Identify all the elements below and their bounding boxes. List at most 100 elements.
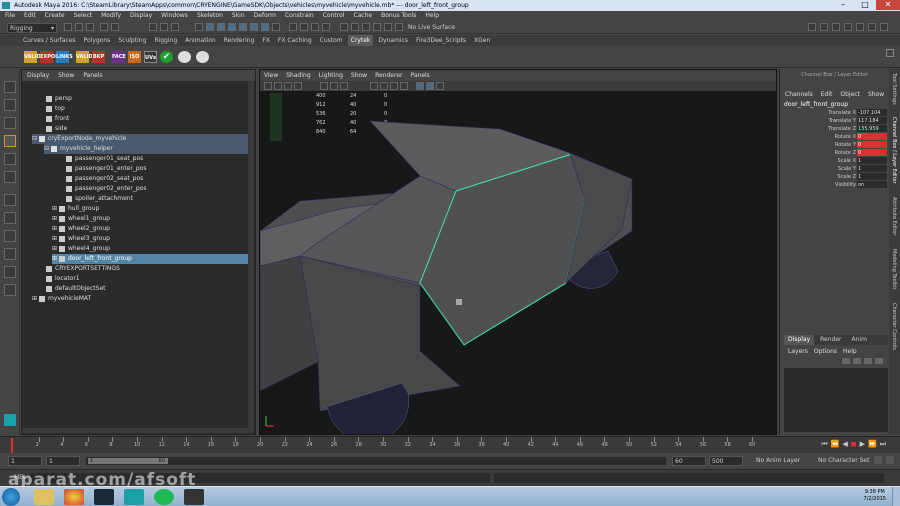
outliner-item-group[interactable]: ⊞ hull_group xyxy=(52,204,99,214)
expand-icon[interactable]: ⊞ xyxy=(32,295,39,302)
collapse-icon[interactable]: ⊟ xyxy=(44,145,51,152)
new-layer-selected-icon[interactable] xyxy=(875,358,883,364)
layout-single-icon[interactable] xyxy=(4,194,16,206)
selected-object-name[interactable]: door_left_front_group xyxy=(784,101,848,108)
layer-tab-render[interactable]: Render xyxy=(816,335,845,345)
character-set-select[interactable]: No Character Set xyxy=(818,457,869,465)
sidebar-toggle-icon[interactable] xyxy=(868,23,876,31)
outliner-scrollbar[interactable] xyxy=(248,81,254,433)
layer-tab-display[interactable]: Display xyxy=(784,335,815,345)
channel-translate-x[interactable]: Translate X -107.104 xyxy=(780,109,889,117)
crytek-valid-icon[interactable]: VALID xyxy=(24,51,41,63)
shelf-tab[interactable]: Polygons xyxy=(81,35,114,46)
viewport-panel[interactable]: View Shading Lighting Show Renderer Pane… xyxy=(259,69,777,435)
selection-mask-icon[interactable] xyxy=(250,23,258,31)
shelf-tab[interactable]: Custom xyxy=(317,35,346,46)
outliner-item-helper[interactable]: ⊟ myvehicle_helper xyxy=(44,144,252,154)
expand-icon[interactable]: ⊞ xyxy=(52,245,59,252)
menu-skin[interactable]: Skin xyxy=(232,11,245,21)
crytek-valid-icon[interactable]: VALID xyxy=(76,51,93,63)
go-to-start-icon[interactable]: ⏮ xyxy=(821,440,827,449)
cryengine-icon[interactable] xyxy=(184,489,204,505)
selection-mask-icon[interactable] xyxy=(239,23,247,31)
range-slider[interactable]: 1 60 xyxy=(86,457,666,465)
side-tab-tool-settings[interactable]: Tool Settings xyxy=(891,73,897,105)
crytek-export-icon[interactable]: EXPORT xyxy=(40,51,62,63)
outliner-item-group[interactable]: ⊞ wheel2_group xyxy=(52,224,110,234)
step-back-icon[interactable]: ◀ xyxy=(842,440,847,449)
shelf-tab[interactable]: Rigging xyxy=(151,35,180,46)
outliner-item-export-node[interactable]: ⊟ cryExportNode_myvehicle xyxy=(32,134,252,144)
outliner-item-door-selected[interactable]: ⊞ door_left_front_group xyxy=(52,254,252,264)
layout-custom-icon[interactable] xyxy=(4,284,16,296)
step-back-key-icon[interactable]: ⏪ xyxy=(831,440,840,449)
viewport-menu-renderer[interactable]: Renderer xyxy=(375,70,402,81)
crytek-logo-icon[interactable] xyxy=(196,51,209,63)
select-object-icon[interactable] xyxy=(160,23,168,31)
channel-scale-y[interactable]: Scale Y1 xyxy=(780,165,889,173)
camera-select-icon[interactable] xyxy=(264,82,272,90)
close-button[interactable]: ✕ xyxy=(876,0,900,10)
expand-icon[interactable]: ⊞ xyxy=(52,225,59,232)
shelf-tab-crytek[interactable]: Crytek xyxy=(347,35,374,46)
layer-tab-anim[interactable]: Anim xyxy=(848,335,871,345)
outliner-item-locator[interactable]: passenger02_seat_pos xyxy=(66,174,143,184)
viewport-menu-show[interactable]: Show xyxy=(351,70,367,81)
shelf-tab[interactable]: Curves / Surfaces xyxy=(20,35,79,46)
channel-translate-z[interactable]: Translate Z 135.959 xyxy=(780,125,889,133)
outliner-item-locator[interactable]: passenger01_enter_pos xyxy=(66,164,146,174)
selection-mask-icon[interactable] xyxy=(217,23,225,31)
menu-bonus-tools[interactable]: Bonus Tools xyxy=(381,11,416,21)
preferences-icon[interactable] xyxy=(886,456,894,464)
outliner-item-camera[interactable]: side xyxy=(46,124,67,134)
xray-joints-icon[interactable] xyxy=(436,82,444,90)
outliner-item-locator[interactable]: passenger02_enter_pos xyxy=(66,184,146,194)
outliner-menu-display[interactable]: Display xyxy=(27,70,49,81)
sidebar-toggle-icon[interactable] xyxy=(880,23,888,31)
mode-select[interactable]: Rigging ▾ xyxy=(7,23,57,33)
channel-scale-z[interactable]: Scale Z1 xyxy=(780,173,889,181)
outliner-menu-show[interactable]: Show xyxy=(58,70,74,81)
side-tab-character-controls[interactable]: Character Controls xyxy=(891,303,897,350)
wireframe-icon[interactable] xyxy=(370,82,378,90)
viewport-menu-shading[interactable]: Shading xyxy=(286,70,310,81)
pick-mask-icon[interactable] xyxy=(195,23,203,31)
step-forward-icon[interactable]: ⏩ xyxy=(868,440,877,449)
menu-modify[interactable]: Modify xyxy=(101,11,121,21)
shelf-tab[interactable]: Rendering xyxy=(221,35,258,46)
outliner-item-camera[interactable]: persp xyxy=(46,94,72,104)
menu-skeleton[interactable]: Skeleton xyxy=(197,11,223,21)
channel-menu-show[interactable]: Show xyxy=(868,91,884,98)
open-scene-icon[interactable] xyxy=(75,23,83,31)
viewport-menu-panels[interactable]: Panels xyxy=(410,70,429,81)
sidebar-toggle-icon[interactable] xyxy=(832,23,840,31)
show-desktop-button[interactable] xyxy=(892,487,900,506)
sidebar-toggle-icon[interactable] xyxy=(808,23,816,31)
xray-icon[interactable] xyxy=(426,82,434,90)
save-scene-icon[interactable] xyxy=(86,23,94,31)
outliner-item-locator[interactable]: passenger01_seat_pos xyxy=(66,154,143,164)
go-to-end-icon[interactable]: ⏭ xyxy=(880,440,886,449)
file-explorer-icon[interactable] xyxy=(34,489,54,505)
layer-menu-help[interactable]: Help xyxy=(843,348,857,355)
menu-cache[interactable]: Cache xyxy=(353,11,372,21)
render-icon[interactable] xyxy=(351,23,359,31)
layout-outliner-icon[interactable] xyxy=(4,248,16,260)
shelf-tab[interactable]: Fire3Dee_Scripts xyxy=(413,35,469,46)
sidebar-toggle-icon[interactable] xyxy=(856,23,864,31)
wireframe-on-shaded-icon[interactable] xyxy=(390,82,398,90)
layout-four-icon[interactable] xyxy=(4,212,16,224)
maya-taskbar-icon[interactable] xyxy=(124,489,144,505)
film-gate-icon[interactable] xyxy=(330,82,338,90)
layer-menu-options[interactable]: Options xyxy=(814,348,837,355)
expand-icon[interactable]: ⊞ xyxy=(52,205,59,212)
layer-down-icon[interactable] xyxy=(853,358,861,364)
playback-end-field[interactable]: 60 xyxy=(672,456,706,466)
selection-mask-icon[interactable] xyxy=(261,23,269,31)
image-plane-icon[interactable] xyxy=(294,82,302,90)
viewport-canvas[interactable]: 400 24 0 912 40 0 536 20 0 762 40 0 840 … xyxy=(260,91,777,435)
side-tab-modeling-toolkit[interactable]: Modeling Toolkit xyxy=(891,249,897,289)
outliner-item-group[interactable]: ⊞ wheel4_group xyxy=(52,244,110,254)
shelf-tab[interactable]: Animation xyxy=(182,35,219,46)
maximize-button[interactable]: □ xyxy=(854,0,876,10)
